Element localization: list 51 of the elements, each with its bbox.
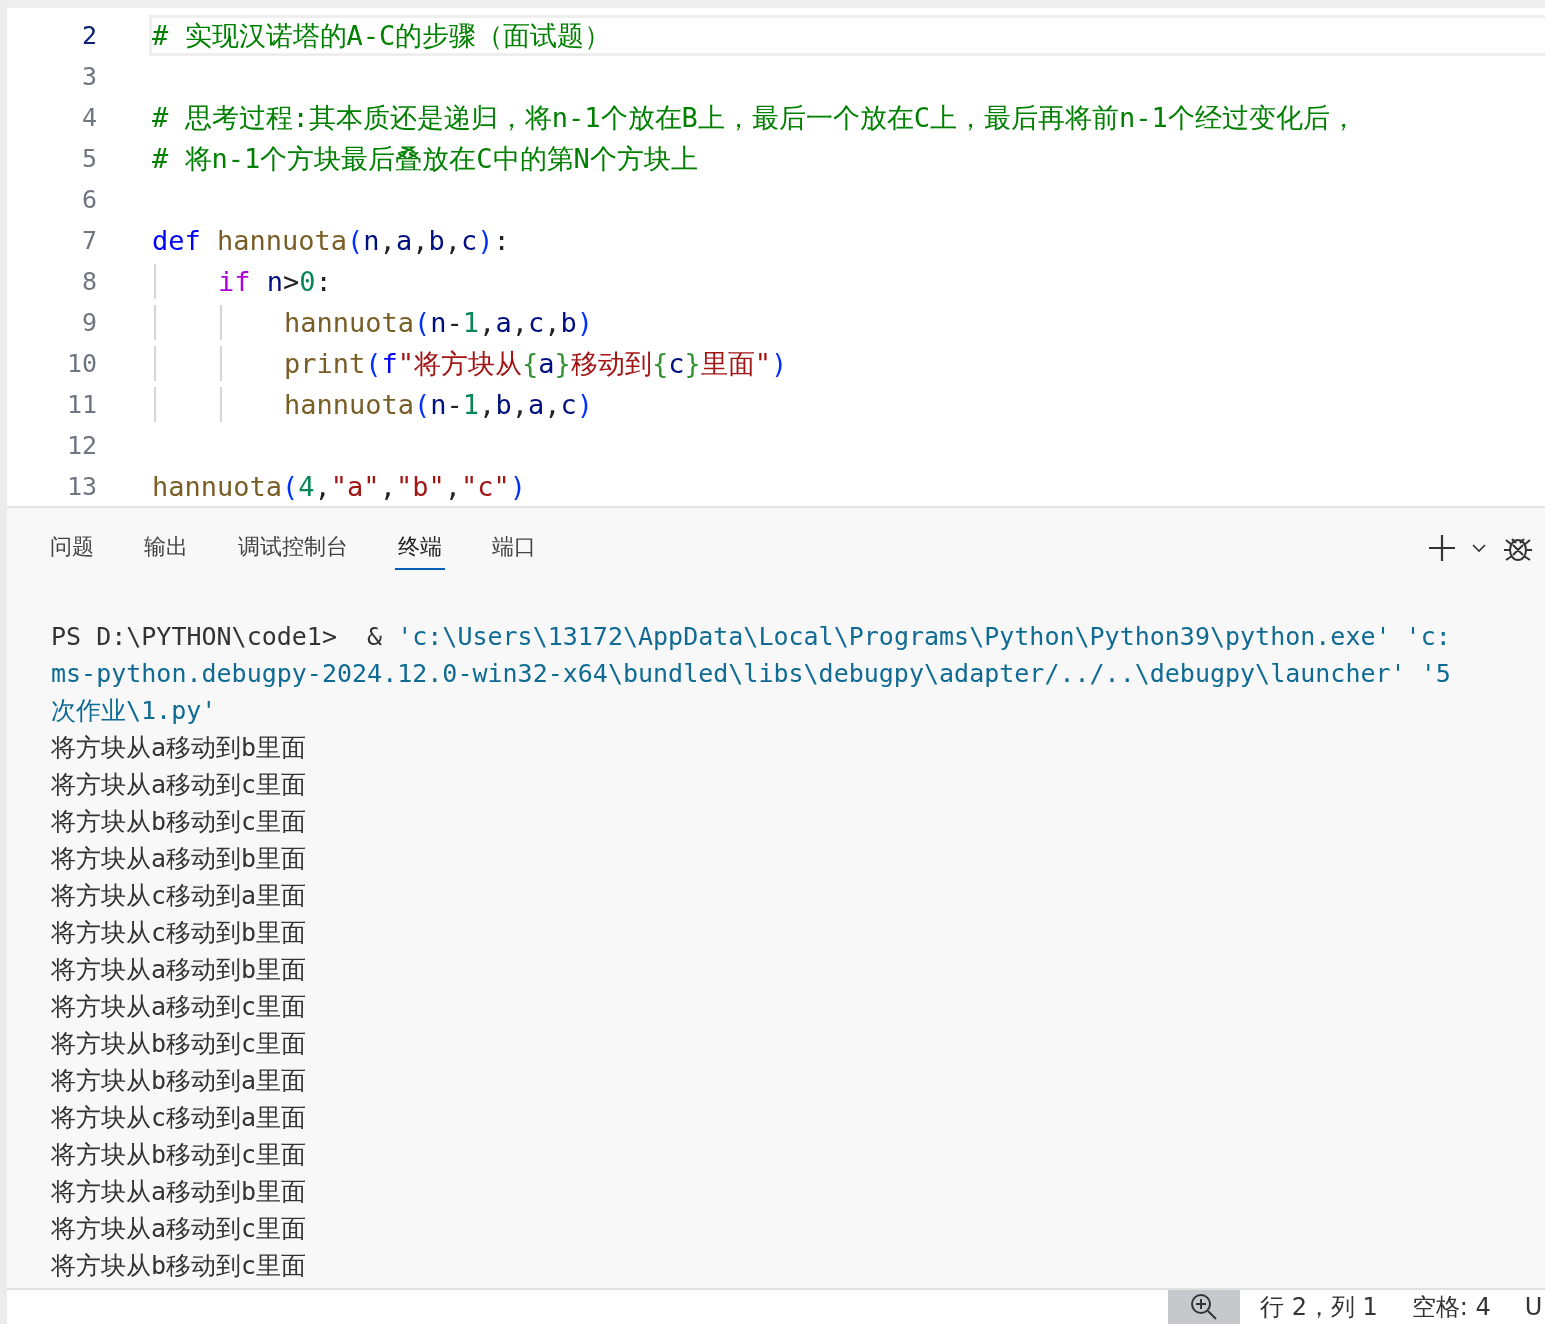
panel-tab[interactable]: 调试控制台: [235, 526, 351, 570]
chevron-down-icon[interactable]: [1471, 543, 1487, 553]
line-number: 10: [65, 349, 97, 378]
panel-tab[interactable]: 终端: [395, 526, 445, 570]
code-line: # 实现汉诺塔的A-C的步骤（面试题）: [152, 18, 612, 53]
terminal-line: 将方块从c移动到a里面: [51, 1102, 308, 1134]
terminal-line: 将方块从b移动到c里面: [51, 1139, 308, 1171]
line-number: 8: [80, 267, 97, 296]
terminal-line: 将方块从b移动到c里面: [51, 1250, 308, 1282]
line-number: 12: [65, 431, 97, 460]
status-item[interactable]: 行 2，列 1: [1260, 1291, 1378, 1323]
terminal-line: 将方块从b移动到c里面: [51, 1028, 308, 1060]
terminal-line: 将方块从a移动到c里面: [51, 991, 308, 1023]
code-line: hannuota(4,"a","b","c"): [152, 471, 526, 502]
terminal-line: 将方块从a移动到b里面: [51, 843, 308, 875]
line-number: 7: [80, 226, 97, 255]
terminal-line: 将方块从c移动到a里面: [51, 880, 308, 912]
terminal-line: 将方块从a移动到c里面: [51, 769, 308, 801]
panel-tab[interactable]: 问题: [47, 526, 97, 570]
terminal-line: 将方块从a移动到c里面: [51, 1213, 308, 1245]
line-number: 13: [65, 472, 97, 501]
terminal-line: PS D:\PYTHON\code1> & 'c:\Users\13172\AppData\Local\Programs\Python\Python39\python.exe' 'c:: [51, 621, 1452, 653]
line-number: 5: [80, 144, 97, 173]
terminal-line: 将方块从a移动到b里面: [51, 954, 308, 986]
line-number: 4: [80, 103, 97, 132]
plus-icon[interactable]: [1427, 533, 1457, 563]
code-line: hannuota(n-1,a,c,b): [284, 307, 593, 338]
zoom-in-icon: [1189, 1292, 1219, 1322]
code-line: print(f"将方块从{a}移动到{c}里面"): [284, 346, 788, 381]
terminal-line: ms-python.debugpy-2024.12.0-win32-x64\bundled\libs\debugpy\adapter/../..\debugpy\launcher' '5: [51, 658, 1452, 690]
code-line: if n>0:: [218, 266, 332, 297]
code-line: hannuota(n-1,b,a,c): [284, 389, 593, 420]
line-number: 11: [65, 390, 97, 419]
terminal-line: 将方块从b移动到a里面: [51, 1065, 308, 1097]
terminal-line: 将方块从a移动到b里面: [51, 1176, 308, 1208]
code-line: def hannuota(n,a,b,c):: [152, 225, 510, 256]
terminal-line: 将方块从b移动到c里面: [51, 806, 308, 838]
panel-tab[interactable]: 端口: [489, 526, 539, 570]
status-item[interactable]: 空格: 4: [1411, 1291, 1491, 1323]
terminal-line: 将方块从a移动到b里面: [51, 732, 308, 764]
line-number: 3: [80, 62, 97, 91]
line-number: 9: [80, 308, 97, 337]
code-line: # 将n-1个方块最后叠放在C中的第N个方块上: [152, 141, 698, 176]
status-item[interactable]: U: [1524, 1293, 1543, 1321]
terminal-line: 将方块从c移动到b里面: [51, 917, 308, 949]
code-line: # 思考过程:其本质还是递归，将n-1个放在B上，最后一个放在C上，最后再将前n-1个经过变化后，: [152, 100, 1357, 135]
zoom-button[interactable]: [1168, 1290, 1240, 1324]
line-number: 2: [80, 21, 97, 50]
line-number: 6: [80, 185, 97, 214]
panel-tab[interactable]: 输出: [141, 526, 191, 570]
terminal-line: 次作业\1.py': [51, 695, 218, 727]
